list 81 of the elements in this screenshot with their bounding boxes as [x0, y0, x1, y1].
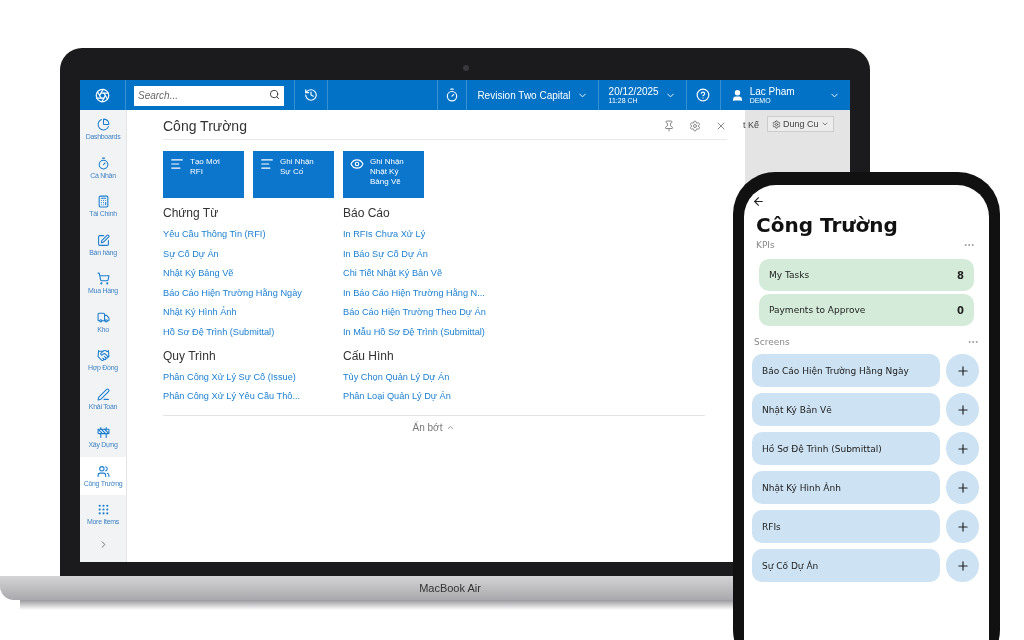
screen-item[interactable]: Nhật Ký Hình Ảnh [752, 471, 941, 504]
section-heading: Chứng Từ [163, 206, 220, 220]
plus-icon [955, 558, 970, 573]
sidebar-icon [96, 310, 110, 324]
screen-item[interactable]: Báo Cáo Hiện Trường Hằng Ngày [752, 354, 941, 387]
history-icon[interactable] [304, 88, 318, 102]
user-icon [730, 88, 744, 102]
search-icon[interactable] [269, 89, 280, 100]
menu-link[interactable]: Phân Công Xử Lý Sự Cố (Issue) [163, 367, 343, 388]
menu-link[interactable]: In Báo Cáo Hiện Trường Hằng N... [343, 283, 543, 304]
collapse-button[interactable]: Ẩn bớt [163, 414, 705, 439]
timer-icon[interactable] [445, 88, 460, 102]
panel-title: Công Trường [163, 118, 247, 134]
menu-link[interactable]: In RFIs Chưa Xử Lý [343, 225, 543, 245]
screen-item[interactable]: RFIs [752, 510, 941, 543]
settings-icon [772, 119, 781, 129]
menu-link[interactable]: In Mẫu Hồ Sơ Đệ Trình (Submittal) [343, 322, 543, 343]
sidebar-icon [96, 272, 110, 286]
menu-link[interactable]: Sự Cố Dự Án [163, 244, 343, 265]
sidebar-icon [96, 233, 110, 247]
screen-item[interactable]: Nhật Ký Bản Vẽ [752, 393, 941, 426]
menu-link[interactable]: In Báo Sự Cố Dự Án [343, 244, 543, 265]
sidebar-icon [96, 118, 110, 132]
section-label: KPIs [756, 240, 775, 250]
add-button[interactable] [946, 393, 979, 426]
chevron-down-icon [820, 120, 829, 128]
sidebar-icon [96, 349, 110, 363]
menu-link[interactable]: Báo Cáo Hiện Trường Theo Dự Án [343, 303, 543, 323]
eye-icon [350, 157, 364, 171]
close-icon[interactable] [715, 120, 727, 132]
menu-link[interactable]: Báo Cáo Hiện Trường Hằng Ngày [163, 283, 343, 304]
menu-link[interactable]: Nhật Ký Hình Ảnh [163, 303, 343, 323]
menu-link[interactable]: Chi Tiết Nhật Ký Bản Vẽ [343, 264, 543, 284]
menu-link[interactable]: Yêu Cầu Thông Tin (RFI) [163, 225, 343, 245]
camera-dot [463, 65, 469, 71]
menu-link[interactable]: Tùy Chọn Quản Lý Dự Án [343, 367, 543, 388]
tool-button[interactable]: Dung Cu [767, 116, 834, 132]
plus-icon [955, 480, 970, 495]
kpi-card[interactable]: Payments to Approve 0 [759, 294, 974, 326]
list-icon [260, 157, 274, 171]
add-button[interactable] [946, 354, 979, 387]
sidebar-icon [96, 195, 110, 209]
add-button[interactable] [946, 432, 979, 465]
menu-link[interactable]: Phân Công Xử Lý Yêu Cầu Thô... [163, 387, 343, 407]
action-tile[interactable]: Ghi Nhận Sự Cố [253, 151, 334, 198]
action-tile[interactable]: Tạo Mới RFI [163, 151, 244, 198]
add-button[interactable] [946, 471, 979, 504]
back-icon[interactable] [752, 195, 765, 208]
sidebar-icon [96, 387, 110, 401]
logo-icon[interactable] [95, 87, 110, 103]
sidebar-icon [96, 464, 110, 478]
plus-icon [955, 363, 970, 378]
sidebar-icon [96, 426, 110, 440]
menu-link[interactable]: Phân Loại Quản Lý Dự Án [343, 387, 543, 407]
plus-icon [955, 441, 970, 456]
plus-icon [955, 402, 970, 417]
section-heading: Báo Cáo [343, 206, 391, 220]
screen-item[interactable]: Hồ Sơ Đệ Trình (Submittal) [752, 432, 941, 465]
menu-link[interactable]: Nhật Ký Bảng Vẽ [163, 264, 343, 284]
kpi-value: 0 [957, 304, 964, 316]
add-button[interactable] [946, 510, 979, 543]
screen-title: Công Trường [756, 213, 899, 237]
kpi-value: 8 [957, 269, 964, 281]
add-button[interactable] [946, 549, 979, 582]
plus-icon [955, 519, 970, 534]
screen-item[interactable]: Sự Cố Dự Án [752, 549, 941, 582]
menu-link[interactable]: Hồ Sơ Đệ Trình (Submittal) [163, 322, 343, 343]
section-heading: Cấu Hình [343, 348, 395, 363]
section-heading: Quy Trình [163, 348, 217, 363]
list-icon [170, 157, 184, 171]
action-tile[interactable]: Ghi Nhận Nhật Ký Bảng Vẽ [343, 151, 424, 198]
page-text: t Kế [743, 120, 759, 130]
brand-label: MacBook Air [419, 582, 481, 594]
search-field[interactable]: Search... [134, 85, 284, 106]
sidebar-icon [96, 503, 110, 517]
help-icon[interactable] [696, 88, 711, 102]
sidebar-icon [96, 156, 110, 170]
kpi-card[interactable]: My Tasks 8 [759, 259, 974, 291]
section-label: Screens [754, 337, 790, 347]
settings-icon[interactable] [689, 120, 701, 132]
pin-icon[interactable] [663, 120, 675, 132]
